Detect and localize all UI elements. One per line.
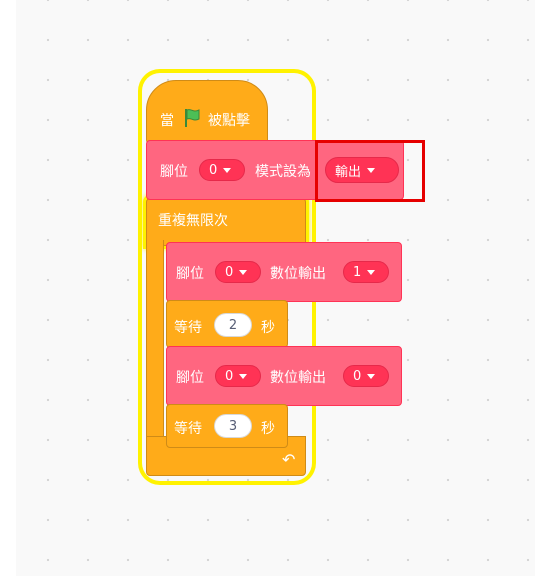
dw1-pin-value: 0 (225, 264, 234, 280)
chevron-down-icon (367, 269, 376, 275)
wait1-unit: 秒 (261, 320, 275, 336)
forever-label: 重複無限次 (158, 213, 228, 229)
wait1-label: 等待 (174, 320, 202, 336)
dw2-label-action: 數位輸出 (270, 370, 326, 386)
chevron-down-icon (367, 373, 376, 379)
pin-mode-label-pin: 腳位 (160, 164, 188, 180)
dw2-pin-value: 0 (225, 368, 234, 384)
chevron-down-icon (239, 269, 248, 275)
hat-label-clicked: 被點擊 (208, 113, 250, 129)
wait2-unit: 秒 (261, 421, 275, 437)
chevron-down-icon (239, 373, 248, 379)
dw2-value-dropdown[interactable]: 0 (343, 365, 389, 387)
pin-mode-pin-value: 0 (209, 162, 218, 178)
wait2-seconds-input[interactable]: 3 (214, 414, 252, 438)
dw1-label-action: 數位輸出 (270, 266, 326, 282)
chevron-down-icon (223, 167, 232, 173)
highlight-box (315, 140, 425, 202)
dw1-value: 1 (353, 264, 362, 280)
pin-mode-pin-dropdown[interactable]: 0 (199, 159, 245, 181)
dw2-value: 0 (353, 368, 362, 384)
dw2-pin-dropdown[interactable]: 0 (215, 365, 261, 387)
wait2-label: 等待 (174, 421, 202, 437)
dw1-value-dropdown[interactable]: 1 (343, 261, 389, 283)
pin-mode-label-mode: 模式設為 (255, 164, 311, 180)
green-flag-icon (183, 108, 201, 128)
wait1-seconds-input[interactable]: 2 (214, 313, 252, 337)
dw2-label-pin: 腳位 (176, 370, 204, 386)
dw1-label-pin: 腳位 (176, 266, 204, 282)
forever-block-arm (146, 240, 164, 436)
loop-arrow-icon: ↶ (282, 450, 296, 469)
hat-label-when: 當 (160, 113, 174, 129)
dw1-pin-dropdown[interactable]: 0 (215, 261, 261, 283)
